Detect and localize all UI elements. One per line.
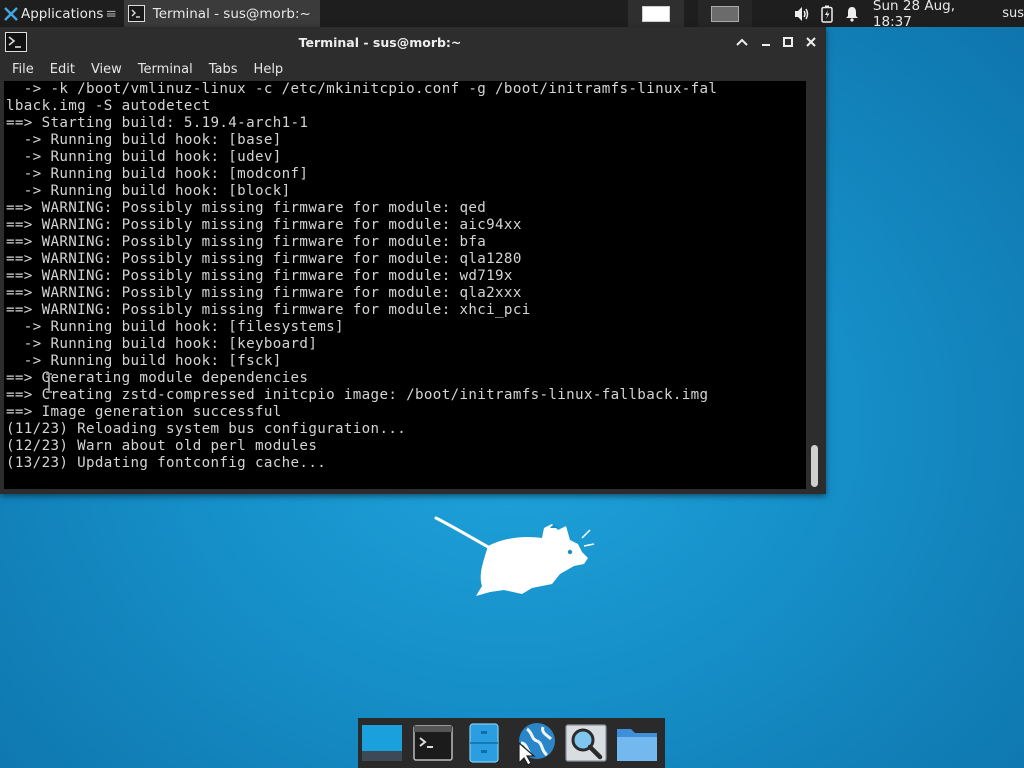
- dock-terminal[interactable]: [411, 718, 456, 768]
- terminal-line: ==> WARNING: Possibly missing firmware f…: [6, 268, 513, 284]
- terminal-line: ==> WARNING: Possibly missing firmware f…: [6, 217, 522, 233]
- menu-view[interactable]: View: [91, 62, 122, 77]
- terminal-line: -> Running build hook: [keyboard]: [23, 336, 318, 352]
- terminal-line: ==> Creating zstd-compressed initcpio im…: [6, 387, 709, 403]
- file-manager-icon: [469, 723, 499, 763]
- text-cursor-icon: [46, 373, 52, 393]
- applications-separator: ≡: [105, 5, 117, 22]
- terminal-output[interactable]: -> -k /boot/vmlinuz-linux -c /etc/mkinit…: [4, 81, 806, 489]
- window-title: Terminal - sus@morb:~: [298, 35, 462, 50]
- applications-label: Applications: [21, 5, 104, 22]
- taskbar-terminal-label: Terminal - sus@morb:~: [152, 5, 311, 22]
- terminal-line: (12/23) Warn about old perl modules: [6, 438, 318, 454]
- terminal-line: -> -k /boot/vmlinuz-linux -c /etc/mkinit…: [23, 81, 718, 97]
- dock-web-browser[interactable]: [512, 718, 557, 768]
- terminal-line: ==> Starting build: 5.19.4-arch1-1: [6, 115, 309, 131]
- volume-icon[interactable]: [790, 6, 815, 22]
- dock-home-folder[interactable]: [614, 718, 659, 768]
- xfce-mouse-logo-icon: [434, 516, 595, 596]
- show-desktop-icon: [362, 725, 403, 761]
- top-panel: Applications ≡ Terminal - sus@morb:~ Sun…: [0, 0, 1024, 30]
- maximize-button[interactable]: [779, 33, 797, 51]
- terminal-window: Terminal - sus@morb:~ File Edit View Ter…: [0, 27, 826, 494]
- terminal-line: -> Running build hook: [filesystems]: [23, 319, 344, 335]
- menu-file[interactable]: File: [12, 62, 34, 77]
- menu-edit[interactable]: Edit: [50, 62, 75, 77]
- web-browser-icon: [518, 723, 555, 765]
- workspace-1[interactable]: [628, 0, 684, 27]
- user-menu[interactable]: sus: [1002, 6, 1024, 21]
- terminal-line: -> Running build hook: [block]: [23, 183, 291, 199]
- chevron-up-icon: [736, 38, 748, 46]
- minimize-button[interactable]: [757, 33, 775, 51]
- terminal-icon: [413, 725, 453, 761]
- dock-file-manager-drawer[interactable]: [462, 718, 507, 768]
- terminal-line: lback.img -S autodetect: [6, 98, 211, 114]
- minimize-icon: [762, 44, 770, 46]
- workspace-switcher: [628, 0, 752, 27]
- close-button[interactable]: [802, 33, 820, 51]
- menu-help[interactable]: Help: [254, 62, 284, 77]
- terminal-line: ==> WARNING: Possibly missing firmware f…: [6, 302, 531, 318]
- terminal-line: ==> WARNING: Possibly missing firmware f…: [6, 285, 522, 301]
- menubar: File Edit View Terminal Tabs Help: [0, 57, 826, 81]
- system-tray: Sun 28 Aug, 18:37 sus: [790, 0, 1024, 30]
- dock-app-finder[interactable]: [563, 718, 608, 768]
- terminal-text: -> -k /boot/vmlinuz-linux -c /etc/mkinit…: [4, 81, 806, 472]
- clock[interactable]: Sun 28 Aug, 18:37: [873, 0, 993, 30]
- terminal-line: ==> WARNING: Possibly missing firmware f…: [6, 200, 487, 216]
- terminal-line: ==> Image generation successful: [6, 404, 282, 420]
- menu-tabs[interactable]: Tabs: [209, 62, 238, 77]
- battery-icon[interactable]: [815, 5, 840, 23]
- terminal-line: (13/23) Updating fontconfig cache...: [6, 455, 327, 471]
- dock: [358, 718, 665, 768]
- window-titlebar[interactable]: Terminal - sus@morb:~: [0, 27, 826, 57]
- shade-button[interactable]: [733, 33, 751, 51]
- workspace-2[interactable]: [698, 0, 752, 27]
- maximize-icon: [783, 37, 793, 47]
- applications-menu-button[interactable]: Applications ≡: [0, 0, 121, 27]
- taskbar-terminal-button[interactable]: Terminal - sus@morb:~: [123, 0, 320, 27]
- terminal-line: -> Running build hook: [base]: [23, 132, 282, 148]
- terminal-line: ==> WARNING: Possibly missing firmware f…: [6, 234, 487, 250]
- terminal-scrollbar[interactable]: [806, 81, 824, 489]
- terminal-line: -> Running build hook: [modconf]: [23, 166, 309, 182]
- dock-show-desktop[interactable]: [360, 718, 405, 768]
- terminal-line: -> Running build hook: [udev]: [23, 149, 282, 165]
- terminal-line: (11/23) Reloading system bus configurati…: [6, 421, 407, 437]
- terminal-line: -> Running build hook: [fsck]: [23, 353, 282, 369]
- menu-terminal[interactable]: Terminal: [138, 62, 193, 77]
- xfce-logo-icon: [4, 6, 18, 21]
- terminal-icon: [127, 5, 145, 22]
- terminal-line: ==> WARNING: Possibly missing firmware f…: [6, 251, 522, 267]
- search-icon: [565, 724, 607, 762]
- notification-bell-icon[interactable]: [840, 6, 865, 22]
- scrollbar-thumb[interactable]: [811, 445, 818, 487]
- folder-icon: [616, 729, 657, 761]
- close-icon: [806, 37, 816, 47]
